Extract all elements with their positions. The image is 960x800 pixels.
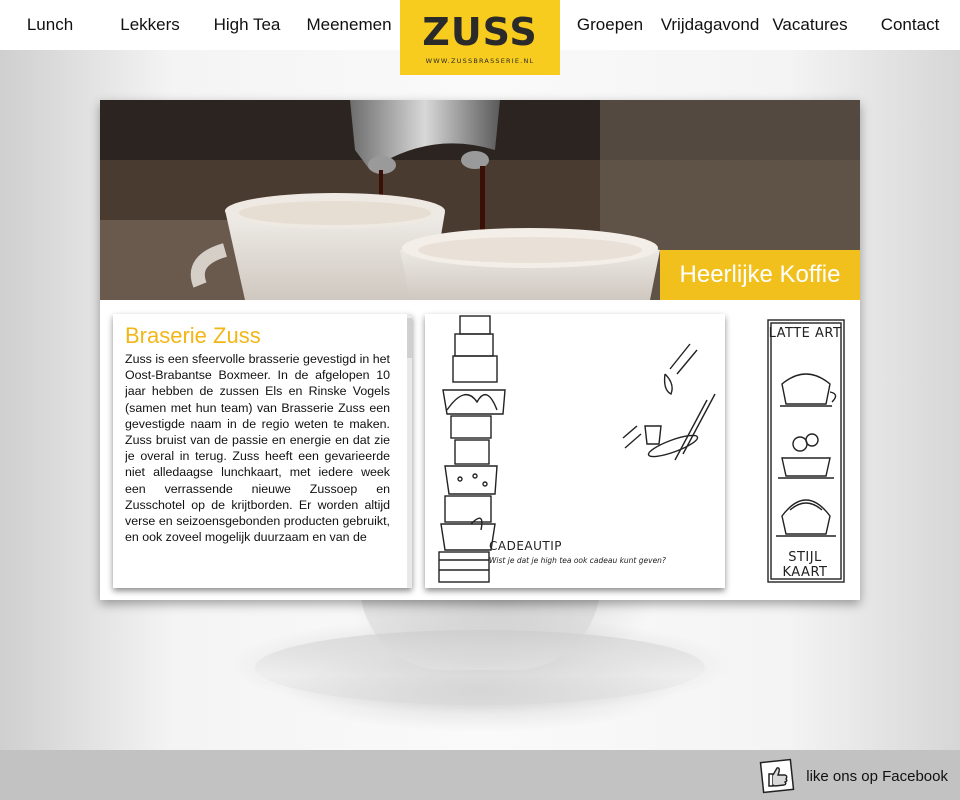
cake-tower-illustration <box>438 315 716 583</box>
nav-lunch[interactable]: Lunch <box>0 0 100 50</box>
zuss-logo[interactable]: ZUSS WWW.ZUSSBRASSERIE.NL <box>400 0 560 75</box>
high-tea-panel[interactable]: CADEAUTIP Wist je dat je high tea ook ca… <box>425 314 725 588</box>
latte-art-illustration <box>767 319 845 583</box>
nav-lekkers[interactable]: Lekkers <box>100 0 200 50</box>
footer-bar: like ons op Facebook <box>0 750 960 800</box>
about-panel: Braserie Zuss Zuss is een sfeervolle bra… <box>113 314 412 588</box>
nav-vacatures[interactable]: Vacatures <box>760 0 860 50</box>
hero-caption: Heerlijke Koffie <box>660 250 860 300</box>
nav-high-tea[interactable]: High Tea <box>197 0 297 50</box>
hero-banner: Heerlijke Koffie <box>100 100 860 300</box>
cadeau-label: CADEAUTIP <box>489 539 563 553</box>
about-title: Braserie Zuss <box>125 323 261 348</box>
latte-art-footer: STIJL KAART <box>782 550 828 580</box>
thumbs-up-icon <box>759 758 795 794</box>
nav-meenemen[interactable]: Meenemen <box>299 0 399 50</box>
facebook-label: like ons op Facebook <box>806 767 948 785</box>
about-scrollbar[interactable] <box>407 314 412 588</box>
logo-wordmark: ZUSS <box>422 10 538 54</box>
about-text: Zuss is een sfeervolle brasserie gevesti… <box>125 352 390 545</box>
nav-groepen[interactable]: Groepen <box>560 0 660 50</box>
latte-art-panel[interactable]: LATTE ART STIJL KAART <box>760 314 850 588</box>
background-saucer <box>255 630 705 705</box>
about-scroll-thumb[interactable] <box>407 318 412 358</box>
content-card: Heerlijke Koffie Braserie Zuss Zuss is e… <box>100 100 860 600</box>
facebook-like-link[interactable]: like ons op Facebook <box>758 756 948 796</box>
logo-url: WWW.ZUSSBRASSERIE.NL <box>425 57 535 65</box>
nav-contact[interactable]: Contact <box>860 0 960 50</box>
latte-art-title: LATTE ART <box>768 326 842 341</box>
cadeau-subtitle: Wist je dat je high tea ook cadeau kunt … <box>489 556 666 565</box>
nav-vrijdagavond[interactable]: Vrijdagavond <box>660 0 760 50</box>
